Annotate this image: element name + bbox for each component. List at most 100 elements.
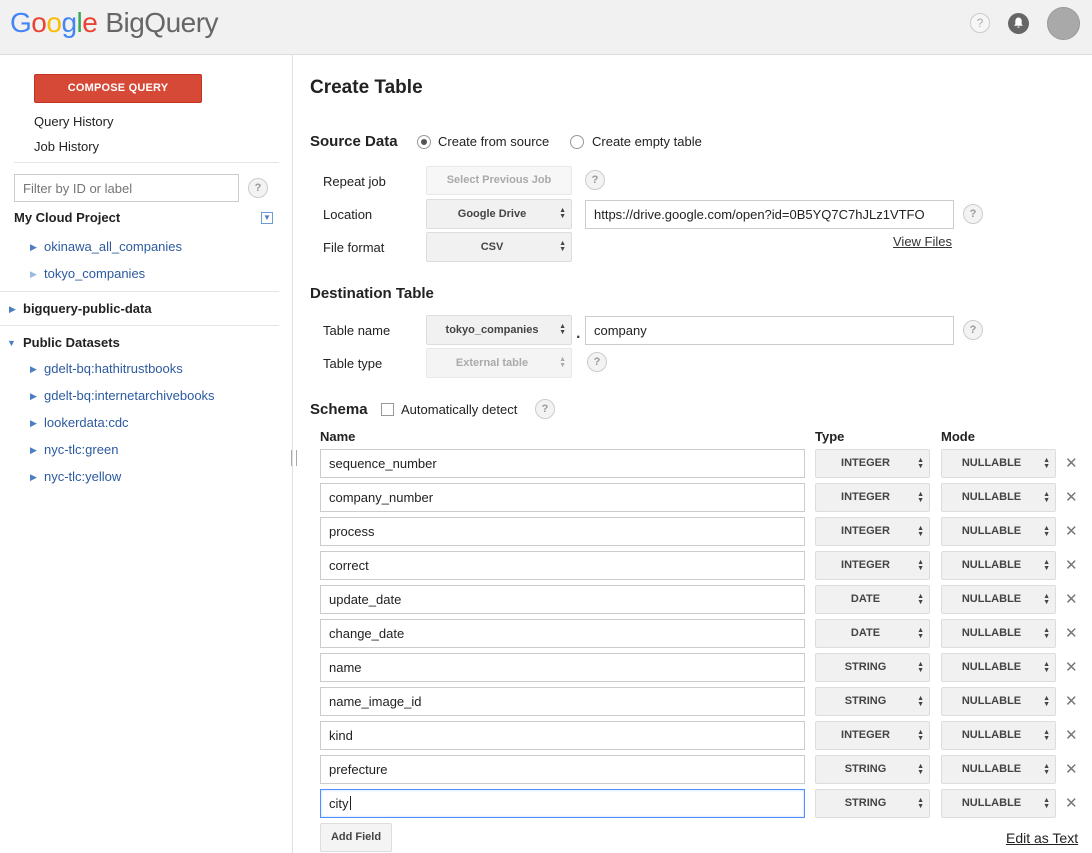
sidebar-resize-handle[interactable]: [291, 450, 297, 466]
file-format-select[interactable]: CSV ▲ ▼: [426, 232, 572, 262]
delete-field-icon[interactable]: ✕: [1065, 692, 1078, 710]
field-name-input[interactable]: update_date: [320, 585, 805, 614]
field-name-input[interactable]: change_date: [320, 619, 805, 648]
delete-field-icon[interactable]: ✕: [1065, 488, 1078, 506]
select-arrows-icon: ▲ ▼: [917, 627, 924, 640]
select-previous-job-button[interactable]: Select Previous Job: [426, 166, 572, 195]
help-icon[interactable]: ?: [970, 13, 990, 33]
create-empty-table-radio[interactable]: [570, 135, 584, 149]
source-url-input[interactable]: https://drive.google.com/open?id=0B5YQ7C…: [585, 200, 954, 229]
select-arrows-icon: ▲ ▼: [559, 323, 566, 336]
delete-field-icon[interactable]: ✕: [1065, 454, 1078, 472]
field-name-input[interactable]: correct: [320, 551, 805, 580]
table-type-select[interactable]: External table ▲ ▼: [426, 348, 572, 378]
field-type-select[interactable]: INTEGER ▲ ▼: [815, 483, 930, 512]
dataset-lookerdata-cdc[interactable]: lookerdata:cdc: [44, 415, 129, 430]
job-history-link[interactable]: Job History: [34, 139, 99, 154]
dataset-tokyo-companies[interactable]: tokyo_companies: [44, 266, 145, 281]
field-mode-select[interactable]: NULLABLE ▲ ▼: [941, 653, 1056, 682]
field-mode-select[interactable]: NULLABLE ▲ ▼: [941, 585, 1056, 614]
help-icon[interactable]: ?: [963, 204, 983, 224]
help-icon[interactable]: ?: [535, 399, 555, 419]
field-name-input[interactable]: name: [320, 653, 805, 682]
field-mode-select[interactable]: NULLABLE ▲ ▼: [941, 449, 1056, 478]
delete-field-icon[interactable]: ✕: [1065, 760, 1078, 778]
help-icon[interactable]: ?: [963, 320, 983, 340]
google-bigquery-logo[interactable]: Google BigQuery: [10, 7, 219, 39]
expand-arrow-icon[interactable]: ▶: [30, 242, 37, 253]
dataset-okinawa-all-companies[interactable]: okinawa_all_companies: [44, 239, 182, 254]
delete-field-icon[interactable]: ✕: [1065, 522, 1078, 540]
avatar[interactable]: [1047, 7, 1080, 40]
add-field-button[interactable]: Add Field: [320, 823, 392, 852]
delete-field-icon[interactable]: ✕: [1065, 624, 1078, 642]
auto-detect-checkbox[interactable]: [381, 403, 394, 416]
field-mode-select[interactable]: NULLABLE ▲ ▼: [941, 755, 1056, 784]
field-name-input[interactable]: company_number: [320, 483, 805, 512]
field-mode-select[interactable]: NULLABLE ▲ ▼: [941, 789, 1056, 818]
field-type-select[interactable]: INTEGER ▲ ▼: [815, 721, 930, 750]
bell-icon[interactable]: [1008, 13, 1029, 34]
expand-arrow-icon[interactable]: ▶: [30, 364, 37, 375]
field-name-input[interactable]: process: [320, 517, 805, 546]
field-type-select[interactable]: INTEGER ▲ ▼: [815, 449, 930, 478]
field-type-select[interactable]: STRING ▲ ▼: [815, 653, 930, 682]
select-arrows-icon: ▲ ▼: [1043, 661, 1050, 674]
field-type-select[interactable]: DATE ▲ ▼: [815, 619, 930, 648]
auto-detect-label[interactable]: Automatically detect: [401, 402, 517, 417]
dataset-select[interactable]: tokyo_companies ▲ ▼: [426, 315, 572, 345]
dataset-nyc-tlc-green[interactable]: nyc-tlc:green: [44, 442, 118, 457]
bigquery-public-data-project[interactable]: bigquery-public-data: [23, 301, 152, 316]
view-files-link[interactable]: View Files: [893, 234, 952, 249]
field-type-select[interactable]: STRING ▲ ▼: [815, 789, 930, 818]
delete-field-icon[interactable]: ✕: [1065, 726, 1078, 744]
delete-field-icon[interactable]: ✕: [1065, 658, 1078, 676]
field-type-select[interactable]: DATE ▲ ▼: [815, 585, 930, 614]
create-from-source-radio[interactable]: [417, 135, 431, 149]
expand-arrow-icon[interactable]: ▶: [30, 445, 37, 456]
field-mode-select[interactable]: NULLABLE ▲ ▼: [941, 721, 1056, 750]
expand-arrow-icon[interactable]: ▶: [30, 472, 37, 483]
dataset-nyc-tlc-yellow[interactable]: nyc-tlc:yellow: [44, 469, 121, 484]
expand-arrow-icon[interactable]: ▶: [9, 304, 16, 315]
field-mode-select[interactable]: NULLABLE ▲ ▼: [941, 551, 1056, 580]
field-mode-select[interactable]: NULLABLE ▲ ▼: [941, 687, 1056, 716]
field-name-input[interactable]: sequence_number: [320, 449, 805, 478]
help-icon[interactable]: ?: [587, 352, 607, 372]
project-title[interactable]: My Cloud Project: [14, 210, 120, 225]
field-name-input[interactable]: prefecture: [320, 755, 805, 784]
dataset-hathitrustbooks[interactable]: gdelt-bq:hathitrustbooks: [44, 361, 183, 376]
field-name-input[interactable]: kind: [320, 721, 805, 750]
expand-arrow-icon[interactable]: ▶: [30, 391, 37, 402]
delete-field-icon[interactable]: ✕: [1065, 794, 1078, 812]
field-type-select[interactable]: INTEGER ▲ ▼: [815, 551, 930, 580]
field-mode-select[interactable]: NULLABLE ▲ ▼: [941, 483, 1056, 512]
field-type-select[interactable]: INTEGER ▲ ▼: [815, 517, 930, 546]
dataset-internetarchivebooks[interactable]: gdelt-bq:internetarchivebooks: [44, 388, 215, 403]
filter-input[interactable]: [14, 174, 239, 202]
expand-arrow-icon[interactable]: ▶: [30, 418, 37, 429]
compose-query-button[interactable]: COMPOSE QUERY: [34, 74, 202, 103]
delete-field-icon[interactable]: ✕: [1065, 590, 1078, 608]
query-history-link[interactable]: Query History: [34, 114, 113, 129]
field-type-select[interactable]: STRING ▲ ▼: [815, 755, 930, 784]
field-name-input[interactable]: city: [320, 789, 805, 818]
delete-field-icon[interactable]: ✕: [1065, 556, 1078, 574]
create-from-source-label[interactable]: Create from source: [438, 134, 549, 149]
help-icon[interactable]: ?: [248, 178, 268, 198]
divider: [0, 291, 279, 292]
chevron-down-icon[interactable]: ▼: [261, 212, 273, 224]
table-name-input[interactable]: company: [585, 316, 954, 345]
field-type-select[interactable]: STRING ▲ ▼: [815, 687, 930, 716]
create-empty-table-label[interactable]: Create empty table: [592, 134, 702, 149]
help-icon[interactable]: ?: [585, 170, 605, 190]
field-name-input[interactable]: name_image_id: [320, 687, 805, 716]
select-arrows-icon: ▲ ▼: [1043, 695, 1050, 708]
collapse-arrow-icon[interactable]: ▼: [7, 338, 16, 348]
field-mode-select[interactable]: NULLABLE ▲ ▼: [941, 619, 1056, 648]
expand-arrow-icon[interactable]: ▶: [30, 269, 37, 280]
location-select[interactable]: Google Drive ▲ ▼: [426, 199, 572, 229]
public-datasets-title[interactable]: Public Datasets: [23, 335, 120, 350]
field-mode-select[interactable]: NULLABLE ▲ ▼: [941, 517, 1056, 546]
edit-as-text-link[interactable]: Edit as Text: [1006, 830, 1078, 846]
